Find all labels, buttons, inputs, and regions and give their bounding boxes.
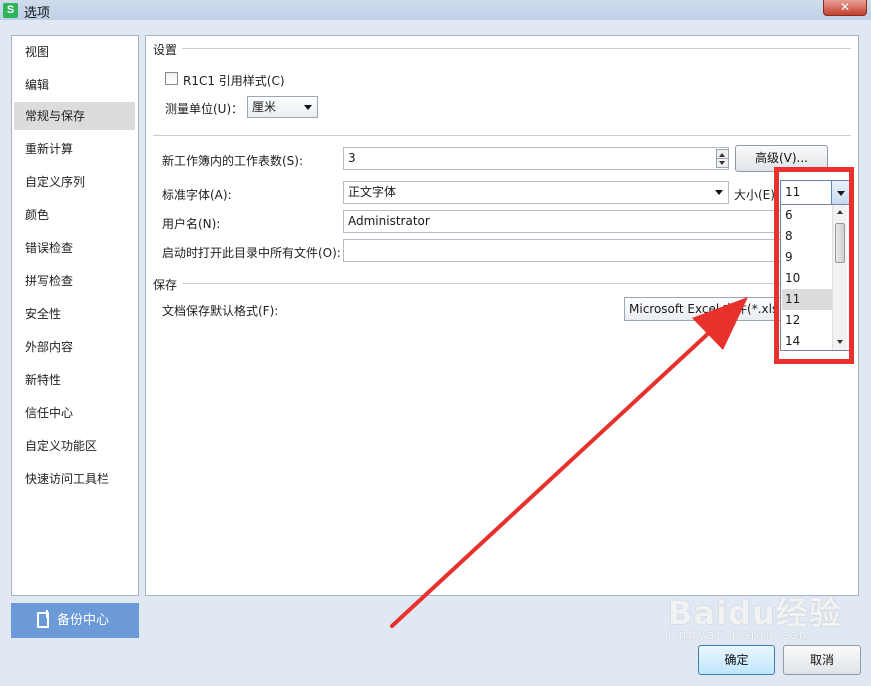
watermark-url: jingyan.baidu.com: [668, 628, 813, 642]
sheet-count-input[interactable]: 3: [343, 147, 729, 170]
standard-font-label: 标准字体(A):: [162, 188, 232, 202]
settings-panel: 设置 R1C1 引用样式(C) 测量单位(U)： 厘米 新工作簿内的工作表数(S…: [145, 35, 859, 596]
spin-up-icon: [719, 153, 725, 157]
watermark: Baidu经验 jingyan.baidu.com: [668, 588, 842, 642]
backup-center-button[interactable]: 备份中心: [11, 603, 139, 638]
standard-font-value: 正文字体: [348, 185, 397, 199]
settings-section-title: 设置: [153, 43, 178, 57]
backup-center-label: 备份中心: [57, 613, 110, 628]
nav-item-customize-ribbon[interactable]: 自定义功能区: [14, 432, 135, 460]
save-section-title: 保存: [153, 278, 178, 292]
nav-item-view[interactable]: 视图: [14, 38, 135, 66]
sheet-count-label: 新工作簿内的工作表数(S):: [162, 154, 304, 168]
window-title: 选项: [24, 6, 51, 21]
nav-item-quick-access-toolbar[interactable]: 快速访问工具栏: [14, 465, 135, 493]
nav-item-general-save[interactable]: 常规与保存: [14, 102, 135, 130]
sheet-count-spinner[interactable]: [716, 149, 729, 168]
app-icon: S: [3, 3, 18, 18]
username-input[interactable]: Administrator: [343, 210, 783, 233]
ok-button[interactable]: 确定: [698, 645, 775, 675]
default-format-select[interactable]: Microsoft Excel 文件(*.xls: [624, 297, 784, 321]
nav-item-custom-lists[interactable]: 自定义序列: [14, 168, 135, 196]
username-label: 用户名(N):: [162, 217, 221, 231]
title-bar: S 选项 ✕: [0, 0, 871, 21]
startup-folder-input[interactable]: [343, 239, 783, 262]
username-value: Administrator: [348, 214, 430, 228]
nav-item-external-content[interactable]: 外部内容: [14, 333, 135, 361]
measurement-unit-label: 测量单位(U)：: [165, 102, 244, 116]
nav-item-edit[interactable]: 编辑: [14, 71, 135, 99]
sheet-count-value: 3: [348, 151, 356, 165]
spinner-divider: [717, 158, 728, 159]
settings-section-divider: [182, 48, 851, 49]
nav-item-new-features[interactable]: 新特性: [14, 366, 135, 394]
nav-item-colors[interactable]: 颜色: [14, 201, 135, 229]
options-nav: 视图 编辑 常规与保存 重新计算 自定义序列 颜色 错误检查 拼写检查 安全性 …: [11, 35, 139, 596]
spin-down-icon: [719, 161, 725, 165]
nav-item-security[interactable]: 安全性: [14, 300, 135, 328]
save-section-divider: [182, 283, 851, 284]
annotation-highlight-box: [774, 167, 854, 364]
close-button[interactable]: ✕: [823, 0, 867, 16]
nav-item-spell-check[interactable]: 拼写检查: [14, 267, 135, 295]
document-icon: [37, 610, 49, 628]
nav-item-trust-center[interactable]: 信任中心: [14, 399, 135, 427]
settings-divider: [153, 135, 851, 136]
measurement-unit-value: 厘米: [252, 100, 277, 114]
r1c1-label: R1C1 引用样式(C): [183, 74, 285, 88]
default-format-value: Microsoft Excel 文件(*.xls: [629, 302, 779, 316]
font-size-label: 大小(E): [734, 188, 775, 202]
watermark-text: Baidu经验: [668, 594, 842, 632]
chevron-down-icon: [715, 190, 723, 195]
chevron-down-icon: [304, 105, 312, 110]
r1c1-checkbox[interactable]: [165, 72, 178, 85]
measurement-unit-select[interactable]: 厘米: [247, 96, 318, 118]
default-format-label: 文档保存默认格式(F):: [162, 304, 279, 318]
nav-item-error-check[interactable]: 错误检查: [14, 234, 135, 262]
startup-folder-label: 启动时打开此目录中所有文件(O):: [162, 246, 341, 260]
standard-font-select[interactable]: 正文字体: [343, 181, 729, 204]
cancel-button[interactable]: 取消: [783, 645, 861, 675]
nav-item-recalculate[interactable]: 重新计算: [14, 135, 135, 163]
